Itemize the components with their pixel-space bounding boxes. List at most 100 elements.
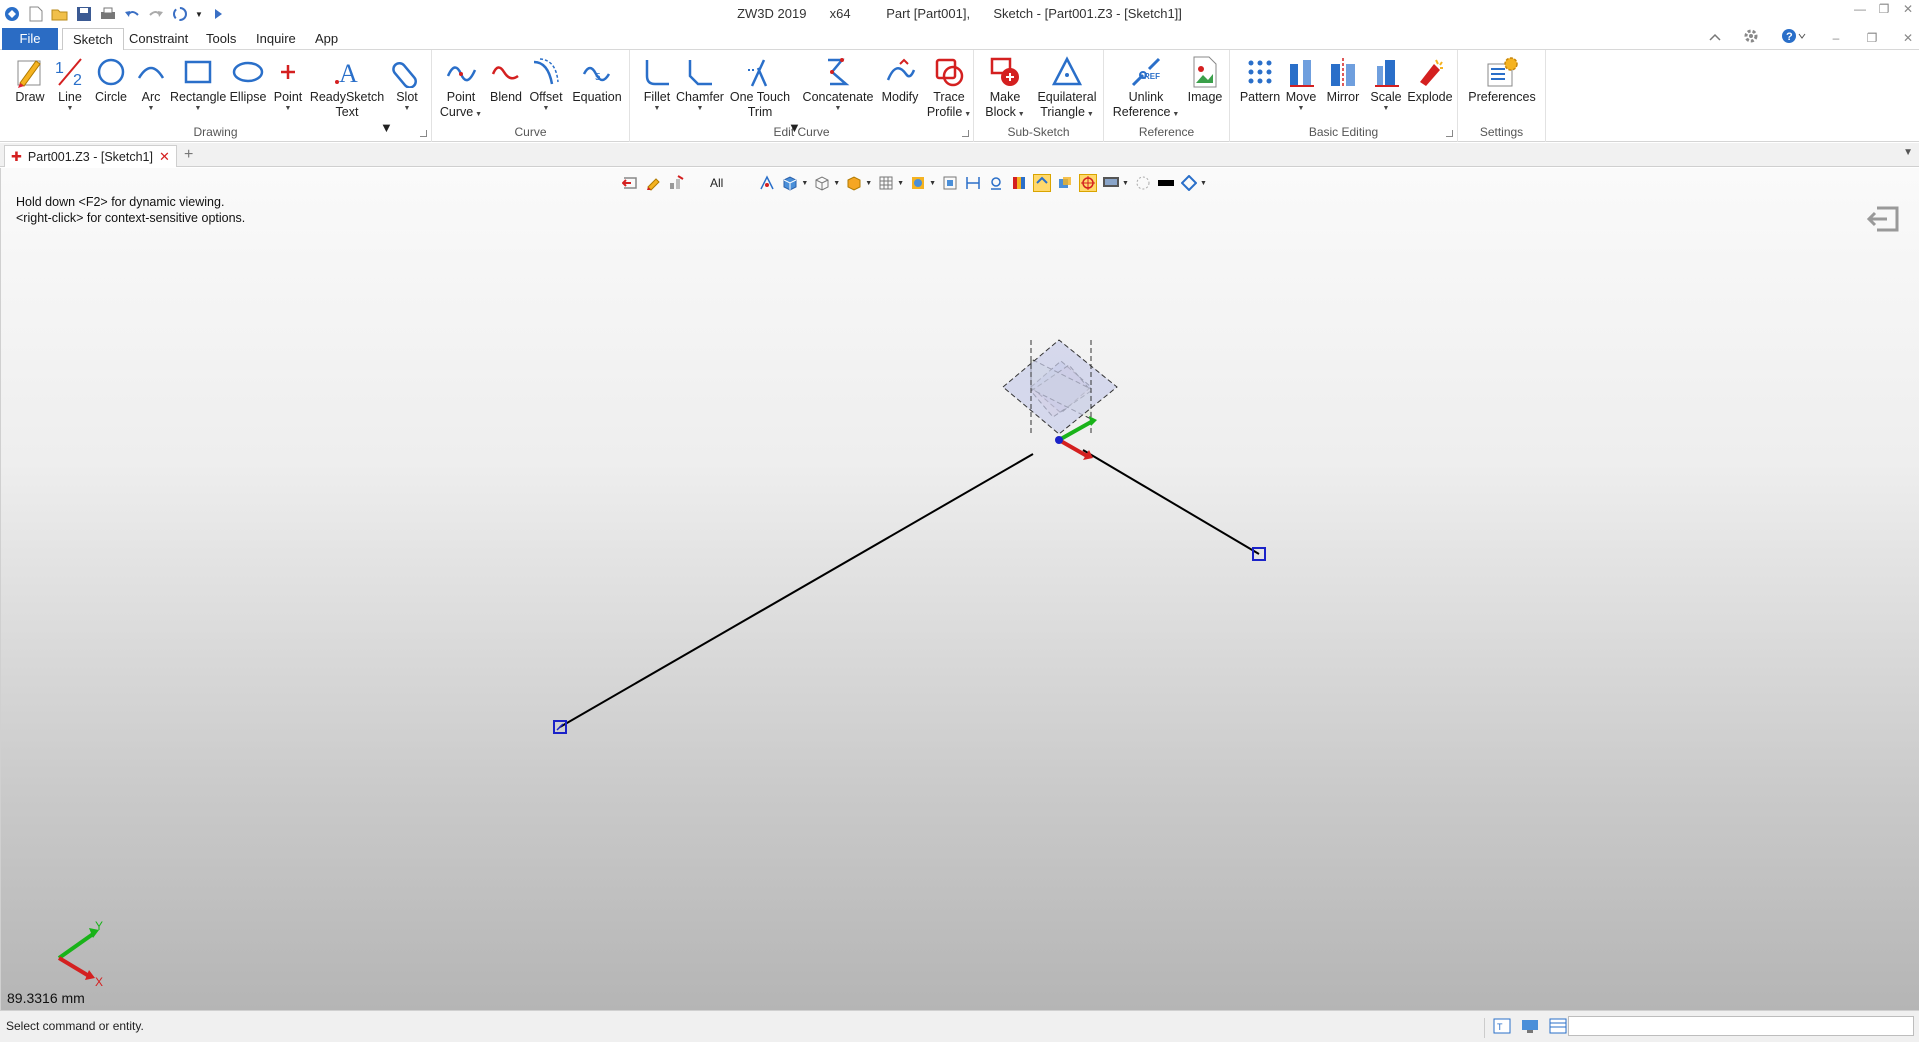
eraser-icon[interactable] xyxy=(644,174,662,192)
sketch-line-1[interactable] xyxy=(559,453,1034,728)
pick-filter-select[interactable]: All xyxy=(710,176,723,190)
tab-constraint[interactable]: Constraint xyxy=(119,28,198,50)
zoom-box-icon[interactable] xyxy=(941,174,959,192)
document-tab[interactable]: ✚ Part001.Z3 - [Sketch1] ✕ xyxy=(4,145,177,167)
show-curve-toggle-icon[interactable] xyxy=(1033,174,1052,192)
explode-button[interactable]: Explode xyxy=(1406,54,1454,105)
equilateral-dropdown-icon[interactable]: ▼ xyxy=(1085,111,1094,118)
arc-dropdown-icon[interactable]: ▼ xyxy=(134,105,168,113)
concatenate-button[interactable]: Concatenate ▼ xyxy=(798,54,878,113)
orient-dropdown-icon[interactable]: ▼ xyxy=(1200,180,1207,187)
equation-button[interactable]: 5 Equation xyxy=(568,54,626,105)
image-button[interactable]: Image xyxy=(1184,54,1226,105)
point-curve-dropdown-icon[interactable]: ▼ xyxy=(473,111,482,118)
render-dropdown-icon[interactable]: ▼ xyxy=(929,180,936,187)
doc-close-icon[interactable]: ✕ xyxy=(1901,31,1915,45)
shaded-dropdown-icon[interactable]: ▼ xyxy=(801,180,808,187)
scale-dropdown-icon[interactable]: ▼ xyxy=(1366,105,1406,113)
point-button[interactable]: Point ▼ xyxy=(270,54,306,113)
snap-toggle-icon[interactable] xyxy=(1079,174,1098,192)
text-mode-icon[interactable]: T xyxy=(1493,1018,1511,1038)
close-icon[interactable]: ✕ xyxy=(1901,2,1915,16)
concatenate-dropdown-icon[interactable]: ▼ xyxy=(798,105,878,113)
ellipse-button[interactable]: Ellipse xyxy=(228,54,268,105)
constraint-icon[interactable] xyxy=(987,174,1005,192)
rectangle-dropdown-icon[interactable]: ▼ xyxy=(170,105,226,113)
file-menu[interactable]: File xyxy=(2,28,58,50)
render-icon[interactable] xyxy=(909,174,927,192)
drawing-launcher-icon[interactable] xyxy=(420,130,427,137)
offset-dropdown-icon[interactable]: ▼ xyxy=(526,105,566,113)
unlink-reference-button[interactable]: REF Unlink Reference ▼ xyxy=(1110,54,1182,120)
panel-mode-icon[interactable] xyxy=(1549,1018,1567,1038)
chamfer-button[interactable]: Chamfer ▼ xyxy=(672,54,728,113)
equilateral-triangle-button[interactable]: Equilateral Triangle ▼ xyxy=(1032,54,1102,120)
scale-button[interactable]: Scale ▼ xyxy=(1366,54,1406,113)
offset-button[interactable]: Offset ▼ xyxy=(526,54,566,113)
screen-mode-icon[interactable] xyxy=(1521,1018,1539,1038)
view-cube-icon[interactable] xyxy=(845,174,863,192)
wireframe-cube-icon[interactable] xyxy=(813,174,831,192)
display-dropdown-icon[interactable]: ▼ xyxy=(1122,180,1129,187)
label-icon[interactable] xyxy=(1056,174,1074,192)
dimension-icon[interactable] xyxy=(964,174,982,192)
slot-dropdown-icon[interactable]: ▼ xyxy=(390,105,424,113)
tab-app[interactable]: App xyxy=(305,28,348,50)
display-icon[interactable] xyxy=(1102,174,1120,192)
wireframe-dropdown-icon[interactable]: ▼ xyxy=(833,180,840,187)
new-tab-icon[interactable]: + xyxy=(184,146,193,164)
tab-tools[interactable]: Tools xyxy=(196,28,246,50)
document-tab-close-icon[interactable]: ✕ xyxy=(159,149,170,165)
minimize-icon[interactable]: — xyxy=(1853,2,1867,16)
blend-button[interactable]: Blend xyxy=(486,54,526,105)
orient-icon[interactable] xyxy=(1180,174,1198,192)
color-icon[interactable] xyxy=(1010,174,1028,192)
edit-curve-launcher-icon[interactable] xyxy=(962,130,969,137)
one-touch-trim-button[interactable]: One Touch Trim xyxy=(728,54,792,120)
collapse-ribbon-icon[interactable] xyxy=(1709,30,1721,45)
sketch-canvas[interactable] xyxy=(1,168,1919,1010)
point-curve-button[interactable]: Point Curve ▼ xyxy=(438,54,484,120)
view-tool-icon[interactable] xyxy=(758,174,776,192)
sketch-line-2[interactable] xyxy=(1082,449,1260,555)
exit-icon[interactable] xyxy=(621,174,639,192)
circle-button[interactable]: Circle xyxy=(92,54,130,105)
pattern-button[interactable]: Pattern xyxy=(1238,54,1282,105)
grid-icon[interactable] xyxy=(877,174,895,192)
tab-list-dropdown-icon[interactable]: ▼ xyxy=(1903,147,1913,158)
rectangle-button[interactable]: Rectangle ▼ xyxy=(170,54,226,113)
line-button[interactable]: 12 Line ▼ xyxy=(52,54,88,113)
help-icon[interactable]: ? xyxy=(1781,28,1807,47)
view-cube-dropdown-icon[interactable]: ▼ xyxy=(865,180,872,187)
point-dropdown-icon[interactable]: ▼ xyxy=(270,105,306,113)
arc-button[interactable]: Arc ▼ xyxy=(134,54,168,113)
trace-profile-button[interactable]: Trace Profile ▼ xyxy=(926,54,972,120)
move-button[interactable]: Move ▼ xyxy=(1282,54,1320,113)
restore-icon[interactable]: ❐ xyxy=(1877,2,1891,16)
graphics-viewport[interactable]: Hold down <F2> for dynamic viewing. <rig… xyxy=(0,168,1919,1010)
filter-tool-icon[interactable] xyxy=(667,174,685,192)
mirror-button[interactable]: Mirror xyxy=(1322,54,1364,105)
doc-restore-icon[interactable]: ❐ xyxy=(1865,31,1879,45)
command-input[interactable] xyxy=(1568,1016,1914,1036)
hidden-icon[interactable] xyxy=(1134,174,1152,192)
unlink-dropdown-icon[interactable]: ▼ xyxy=(1170,111,1179,118)
slot-button[interactable]: Slot ▼ xyxy=(390,54,424,113)
tab-inquire[interactable]: Inquire xyxy=(246,28,306,50)
endpoint-marker[interactable] xyxy=(553,720,567,734)
exit-sketch-icon[interactable] xyxy=(1866,204,1901,237)
draw-button[interactable]: Draw xyxy=(8,54,52,105)
doc-minimize-icon[interactable]: – xyxy=(1829,31,1843,45)
modify-button[interactable]: Modify xyxy=(876,54,924,105)
settings-gear-icon[interactable] xyxy=(1743,28,1759,47)
line-color-icon[interactable] xyxy=(1157,174,1175,192)
preferences-button[interactable]: Preferences xyxy=(1462,54,1542,105)
basic-editing-launcher-icon[interactable] xyxy=(1446,130,1453,137)
readysketch-text-button[interactable]: A ReadySketch Text xyxy=(308,54,386,120)
trace-dropdown-icon[interactable]: ▼ xyxy=(962,111,971,118)
datum-planes[interactable] xyxy=(1002,339,1118,436)
make-block-button[interactable]: Make Block ▼ xyxy=(978,54,1032,120)
tab-sketch[interactable]: Sketch xyxy=(62,28,124,51)
shaded-cube-icon[interactable] xyxy=(781,174,799,192)
chamfer-dropdown-icon[interactable]: ▼ xyxy=(672,105,728,113)
